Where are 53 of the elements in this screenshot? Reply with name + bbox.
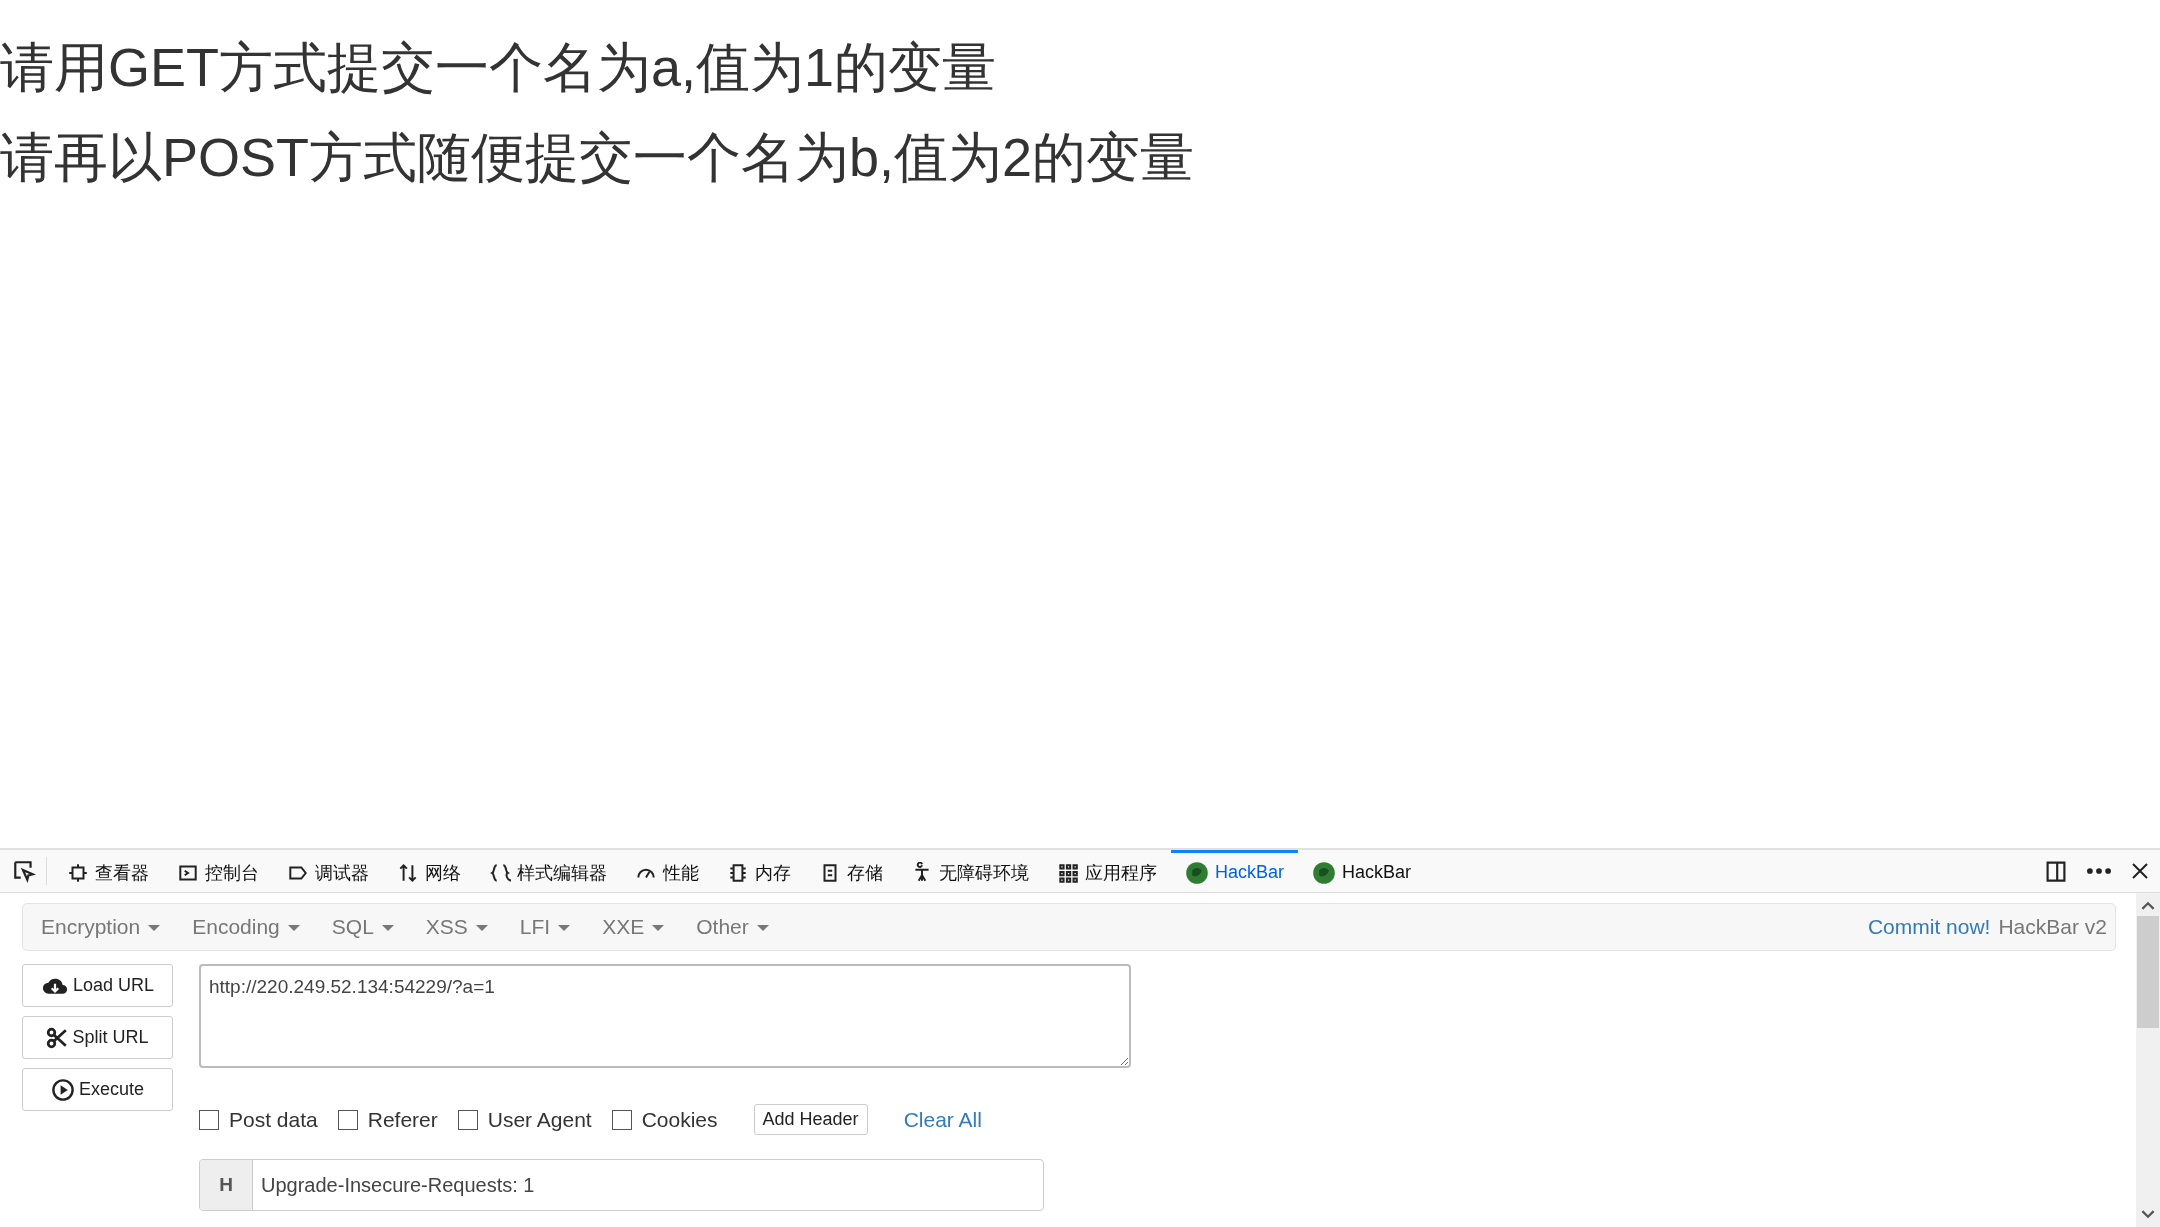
url-field[interactable]: http://220.249.52.134:54229/?a=1: [199, 964, 1131, 1068]
menu-dropdown[interactable]: XSS: [415, 915, 498, 939]
memory-chip-icon: [727, 861, 749, 884]
menu-dropdown[interactable]: Other: [686, 915, 779, 939]
devtools-tab[interactable]: 查看器: [53, 850, 163, 892]
scissors-icon: [46, 1026, 69, 1049]
scroll-down-icon[interactable]: [2141, 1210, 2155, 1219]
checkbox[interactable]: [199, 1109, 219, 1130]
checkbox[interactable]: [611, 1109, 632, 1130]
page-text: 请再以POST方式随便提交一个名为b,值为2的变量: [0, 126, 1196, 189]
scroll-up-icon[interactable]: [2141, 901, 2155, 910]
element-picker-icon[interactable]: [12, 859, 36, 883]
checkbox[interactable]: [337, 1109, 358, 1130]
page-text: 请用GET方式提交一个名为a,值为1的变量: [0, 36, 998, 99]
more-icon[interactable]: [2086, 867, 2112, 875]
devtools-tab[interactable]: 无障碍环境: [897, 850, 1043, 892]
devtools-tab[interactable]: HackBar: [1298, 850, 1426, 892]
globe-icon: [1312, 860, 1337, 885]
braces-icon: [489, 861, 511, 884]
devtools-tab[interactable]: 调试器: [273, 850, 383, 892]
devtools-tab[interactable]: 应用程序: [1043, 850, 1171, 892]
devtools-tab[interactable]: 控制台: [163, 850, 273, 892]
devtools-tab[interactable]: HackBar: [1171, 850, 1299, 892]
menu-dropdown[interactable]: Encoding: [182, 915, 310, 939]
devtools-tab[interactable]: 性能: [621, 850, 713, 892]
scrollbar[interactable]: [2136, 893, 2160, 1227]
action-button[interactable]: Split URL: [22, 1016, 173, 1059]
checkbox-label: Cookies: [641, 1107, 718, 1132]
checkbox-label: Referer: [367, 1107, 438, 1132]
checkbox[interactable]: [457, 1109, 478, 1130]
menu-dropdown[interactable]: LFI: [509, 915, 581, 939]
add-header-button[interactable]: Add Header: [753, 1104, 868, 1135]
clear-all-link[interactable]: Clear All: [903, 1107, 982, 1132]
play-icon: [50, 1077, 75, 1102]
checkbox-label: User Agent: [487, 1107, 592, 1132]
globe-icon: [1185, 860, 1209, 885]
close-icon[interactable]: [2130, 861, 2150, 881]
devtools-tab[interactable]: 内存: [713, 850, 805, 892]
grid-icon: [1057, 861, 1079, 884]
chip-icon: [67, 861, 89, 884]
brand-label: HackBar v2: [1998, 915, 2107, 939]
checkbox-label: Post data: [229, 1107, 318, 1132]
devtools-tab[interactable]: 存储: [805, 850, 897, 892]
action-button[interactable]: Execute: [22, 1068, 173, 1111]
devtools-tab[interactable]: 网络: [383, 850, 475, 892]
action-button[interactable]: Load URL: [22, 964, 173, 1007]
devtools-tab[interactable]: 样式编辑器: [475, 850, 621, 892]
up-down-arrows-icon: [397, 861, 419, 884]
commit-link[interactable]: Commit now!: [1867, 915, 1991, 939]
menu-dropdown[interactable]: XXE: [592, 915, 675, 939]
menu-dropdown[interactable]: Encryption: [31, 915, 171, 939]
menu-dropdown[interactable]: SQL: [321, 915, 404, 939]
dock-icon[interactable]: [2044, 859, 2068, 883]
